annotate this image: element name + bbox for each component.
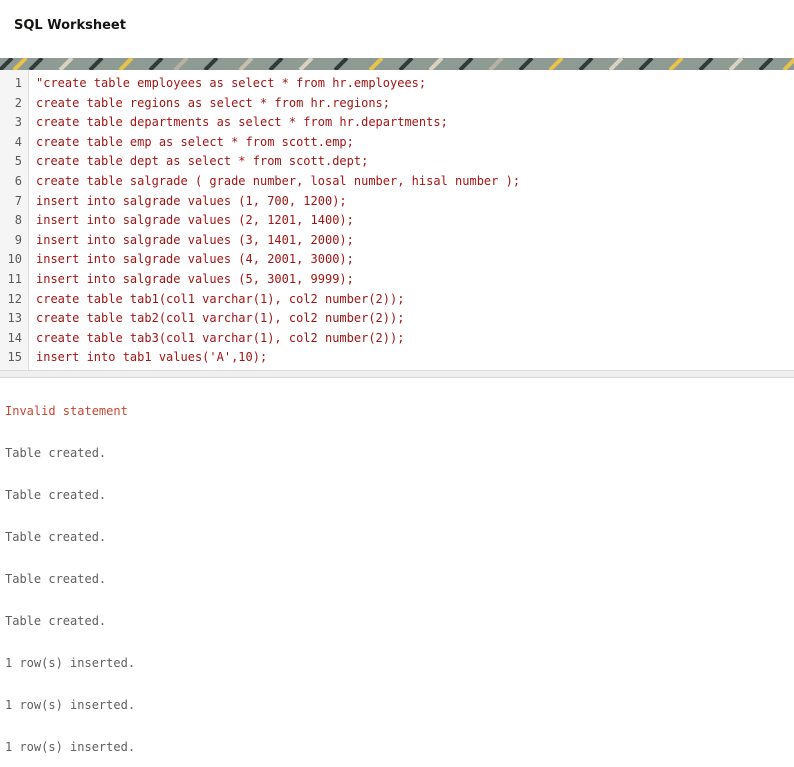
code-text[interactable]: insert into salgrade values (1, 700, 120…	[36, 192, 347, 212]
line-number: 11	[7, 272, 22, 286]
line-number: 12	[7, 291, 22, 306]
output-message: Table created.	[5, 572, 107, 586]
code-text[interactable]: insert into salgrade values (2, 1201, 14…	[36, 211, 354, 231]
line-number: 3	[14, 115, 22, 130]
line-number: 8	[14, 213, 22, 228]
output-pane: Invalid statement Table created. Table cre…	[0, 378, 794, 767]
output-message: Table created.	[5, 614, 107, 628]
code-text[interactable]: create table emp as select * from scott.…	[36, 133, 354, 153]
code-line[interactable]: 10 insert into salgrade values (4, 2001, …	[0, 250, 794, 270]
code-text[interactable]: insert into salgrade values (4, 2001, 30…	[36, 250, 354, 270]
line-number: 13	[7, 311, 22, 326]
code-text[interactable]: insert into tab1 values('A',10);	[36, 348, 267, 368]
output-message: Table created.	[5, 530, 107, 544]
code-text[interactable]: insert into salgrade values (3, 1401, 20…	[36, 231, 354, 251]
code-line[interactable]: 4 create table emp as select * from scott…	[0, 133, 794, 153]
output-message: Table created.	[5, 488, 107, 502]
output-message: 1 row(s) inserted.	[5, 698, 136, 712]
code-line[interactable]: 5 create table dept as select * from scot…	[0, 152, 794, 172]
code-text[interactable]: create table regions as select * from hr…	[36, 94, 390, 114]
code-line[interactable]: 6 create table salgrade ( grade number, l…	[0, 172, 794, 192]
code-line[interactable]: 11 insert into salgrade values (5, 3001, …	[0, 270, 794, 290]
code-text[interactable]: insert into salgrade values (5, 3001, 99…	[36, 270, 354, 290]
line-number: 6	[14, 174, 22, 188]
page-title: SQL Worksheet	[14, 18, 126, 33]
code-text[interactable]: "create table employees as select * from…	[36, 74, 426, 94]
code-line[interactable]: 9 insert into salgrade values (3, 1401, 2…	[0, 231, 794, 251]
line-number: 15	[7, 350, 22, 365]
code-text[interactable]: create table departments as select * fro…	[36, 113, 448, 133]
line-number: 10	[7, 252, 22, 267]
output-message: Table created.	[5, 446, 107, 460]
code-line[interactable]: 15 insert into tab1 values('A',10);	[0, 348, 794, 368]
line-number: 7	[14, 193, 22, 208]
output-message: 1 row(s) inserted.	[5, 656, 136, 670]
code-text[interactable]: create table tab3(col1 varchar(1), col2 …	[36, 329, 404, 349]
title-bar: SQL Worksheet	[0, 0, 794, 58]
line-number: 4	[14, 134, 22, 149]
line-number: 2	[14, 95, 22, 110]
code-line[interactable]: 1 "create table employees as select * fro…	[0, 74, 794, 94]
code-text[interactable]: create table dept as select * from scott…	[36, 152, 368, 172]
line-number: 9	[14, 232, 22, 247]
line-number: 14	[7, 330, 22, 345]
code-text[interactable]: create table salgrade ( grade number, lo…	[36, 172, 520, 192]
code-line[interactable]: 3 create table departments as select * fr…	[0, 113, 794, 133]
code-line[interactable]: 14 create table tab3(col1 varchar(1), col…	[0, 329, 794, 349]
line-number: 5	[14, 154, 22, 169]
output-message: 1 row(s) inserted.	[5, 740, 136, 754]
code-line[interactable]: 7 insert into salgrade values (1, 700, 12…	[0, 192, 794, 212]
decorative-banner	[0, 58, 794, 70]
code-text[interactable]: create table tab2(col1 varchar(1), col2 …	[36, 309, 404, 329]
pane-splitter[interactable]	[0, 370, 794, 378]
code-line[interactable]: 13 create table tab2(col1 varchar(1), col…	[0, 309, 794, 329]
code-line[interactable]: 2 create table regions as select * from h…	[0, 94, 794, 114]
code-editor[interactable]: 1 "create table employees as select * fro…	[0, 70, 794, 371]
code-text[interactable]: create table tab1(col1 varchar(1), col2 …	[36, 290, 404, 310]
output-error-message: Invalid statement	[5, 404, 128, 418]
code-line[interactable]: 8 insert into salgrade values (2, 1201, 1…	[0, 211, 794, 231]
banner-pattern-icon	[0, 58, 794, 70]
code-line[interactable]: 12 create table tab1(col1 varchar(1), col…	[0, 290, 794, 310]
line-number: 1	[14, 76, 22, 90]
